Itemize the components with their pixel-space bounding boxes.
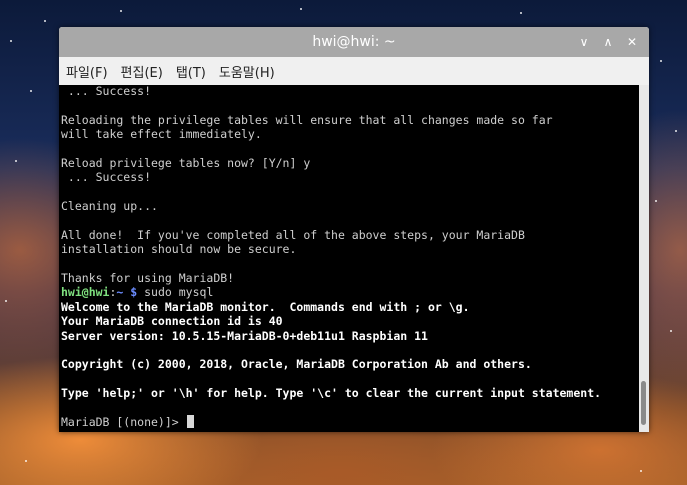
mariadb-prompt: MariaDB [(none)]> (61, 414, 186, 429)
terminal-line: Copyright (c) 2000, 2018, Oracle, MariaD… (61, 357, 532, 372)
terminal-line: Cleaning up... (61, 199, 158, 214)
terminal-line: Server version: 10.5.15-MariaDB-0+deb11u… (61, 328, 428, 343)
prompt-command: sudo mysql (137, 285, 214, 300)
menu-file[interactable]: 파일(F) (66, 62, 108, 81)
window-controls: ∨ ∧ ✕ (575, 27, 641, 57)
terminal-line: installation should now be secure. (61, 242, 297, 257)
terminal-line: will take effect immediately. (61, 127, 262, 142)
maximize-icon[interactable]: ∧ (599, 33, 617, 51)
prompt-dollar: $ (123, 285, 138, 300)
terminal-line: Thanks for using MariaDB! (61, 271, 235, 286)
terminal-line: Your MariaDB connection id is 40 (61, 314, 283, 329)
terminal-line: Welcome to the MariaDB monitor. Commands… (61, 299, 470, 314)
terminal-line: ... Success! (61, 170, 152, 185)
menu-bar: 파일(F) 편집(E) 탭(T) 도움말(H) (59, 57, 649, 86)
terminal-line: Reload privilege tables now? [Y/n] y (61, 155, 311, 170)
text-cursor (186, 414, 194, 428)
close-icon[interactable]: ✕ (623, 33, 641, 51)
scrollbar-thumb[interactable] (641, 381, 646, 425)
scrollbar[interactable] (639, 85, 649, 432)
window-title: hwi@hwi: ~ (312, 34, 396, 50)
terminal-line: Reloading the privilege tables will ensu… (61, 112, 553, 127)
minimize-icon[interactable]: ∨ (575, 33, 593, 51)
mariadb-prompt-line[interactable]: MariaDB [(none)]> (61, 414, 639, 429)
title-bar[interactable]: hwi@hwi: ~ ∨ ∧ ✕ (59, 27, 649, 57)
terminal-output[interactable]: ... Success! Reloading the privilege tab… (59, 85, 639, 432)
terminal-line: Type 'help;' or '\h' for help. Type '\c'… (61, 386, 602, 401)
menu-help[interactable]: 도움말(H) (219, 62, 275, 81)
shell-prompt-line: hwi@hwi:~ $ sudo mysql (61, 285, 639, 299)
terminal-line: ... Success! (61, 85, 152, 98)
terminal-window: hwi@hwi: ~ ∨ ∧ ✕ 파일(F) 편집(E) 탭(T) 도움말(H)… (59, 27, 649, 432)
terminal-line: All done! If you've completed all of the… (61, 227, 525, 242)
menu-tabs[interactable]: 탭(T) (176, 62, 206, 81)
prompt-user: hwi@hwi (61, 285, 110, 300)
menu-edit[interactable]: 편집(E) (121, 62, 163, 81)
